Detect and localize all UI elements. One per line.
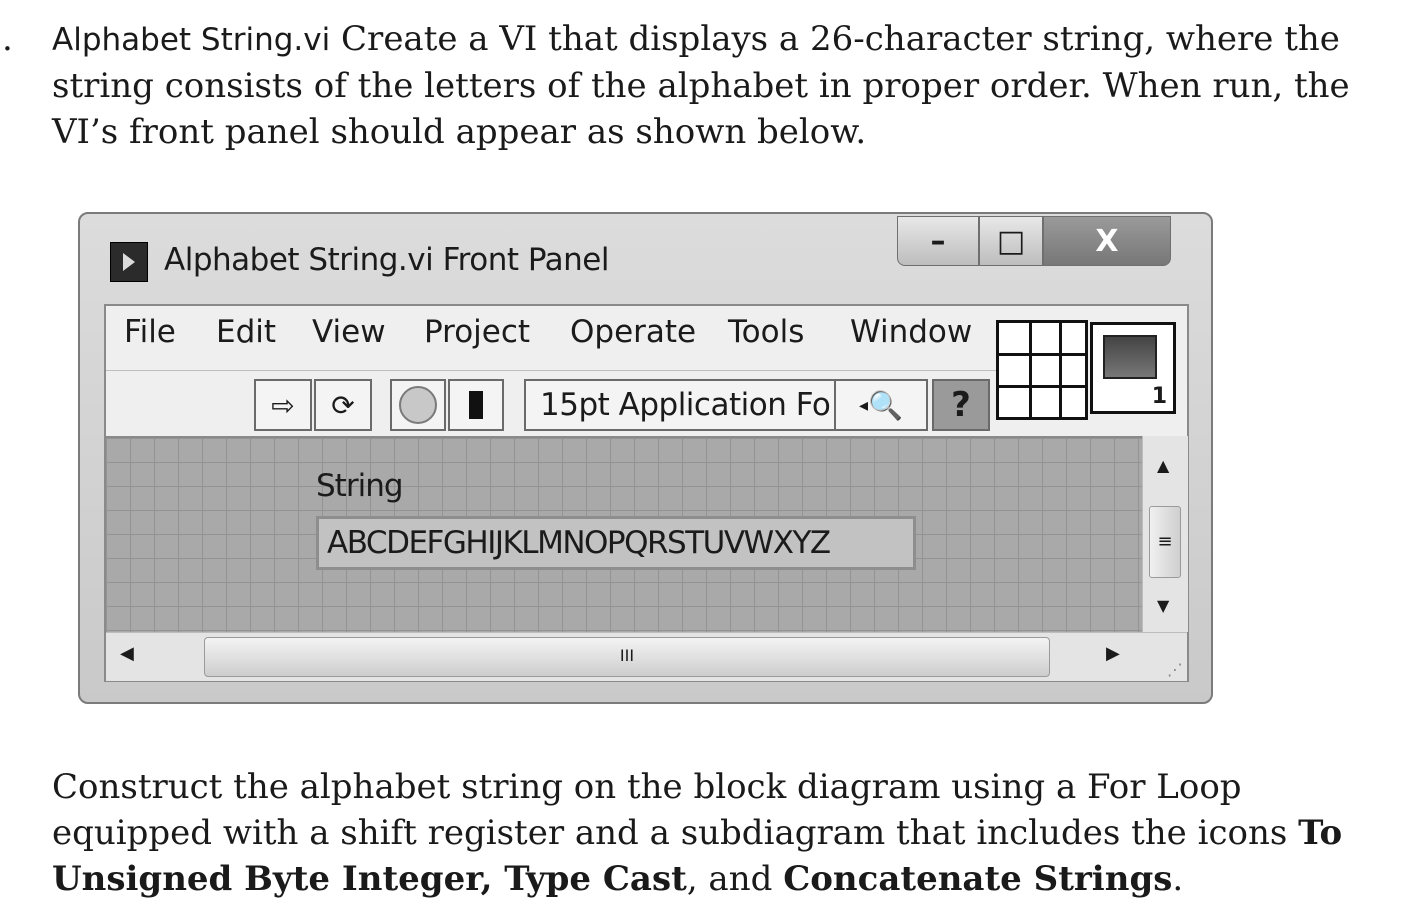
scroll-right-icon[interactable]: ▶ (1106, 643, 1120, 664)
menu-tools[interactable]: Tools (728, 314, 804, 350)
outro-bold-2: Concatenate Strings (783, 859, 1173, 899)
maximize-button[interactable]: □ (979, 216, 1043, 266)
context-help-button[interactable]: ? (932, 379, 990, 431)
horizontal-scrollbar[interactable]: ◀ III ▶ ⋰ (106, 632, 1187, 681)
intro-line-1: Create a VI that displays a 26-character… (341, 19, 1340, 59)
menu-edit[interactable]: Edit (216, 314, 276, 350)
menu-bar: File Edit View Project Operate Tools Win… (106, 306, 996, 368)
font-setting: 15pt Application Fo (540, 387, 831, 423)
window-title: Alphabet String.vi Front Panel (164, 242, 609, 278)
close-button[interactable]: X (1043, 216, 1171, 266)
pause-button[interactable] (448, 379, 504, 431)
outro-end: . (1172, 859, 1184, 899)
run-continuously-button[interactable]: ⟳ (314, 379, 372, 431)
scroll-left-icon[interactable]: ◀ (120, 643, 134, 664)
resize-grip-icon[interactable]: ⋰ (1167, 660, 1183, 679)
outro-line-1: Construct the alphabet string on the blo… (52, 767, 1242, 807)
menu-operate[interactable]: Operate (570, 314, 696, 350)
search-button[interactable]: ◂ 🔍 (836, 379, 928, 431)
vi-icon-number: 1 (1151, 384, 1167, 409)
run-continuously-icon: ⟳ (331, 388, 355, 422)
vi-name: Alphabet String.vi (52, 22, 331, 58)
run-arrow-icon: ⇨ (271, 388, 295, 422)
vi-icon[interactable]: 1 (1090, 322, 1176, 414)
exercise-number: . (2, 19, 13, 59)
labview-app-icon (110, 242, 148, 282)
intro-line-2: string consists of the letters of the al… (52, 66, 1350, 106)
vi-graph-icon (1103, 335, 1157, 379)
outro-mid: , and (686, 859, 773, 899)
horizontal-scroll-thumb[interactable]: III (204, 637, 1050, 677)
menu-view[interactable]: View (312, 314, 386, 350)
outro-line-2-bold: To (1298, 813, 1343, 853)
window-controls: – □ X (897, 216, 1187, 268)
menu-window[interactable]: Window (850, 314, 972, 350)
intro-line-3: VI’s front panel should appear as shown … (52, 112, 867, 152)
outro-line-2: equipped with a shift register and a sub… (52, 813, 1288, 853)
run-button[interactable]: ⇨ (254, 379, 312, 431)
minimize-button[interactable]: – (897, 216, 979, 266)
front-panel-window: Alphabet String.vi Front Panel – □ X Fil… (78, 212, 1213, 704)
string-indicator[interactable]: ABCDEFGHIJKLMNOPQRSTUVWXYZ (316, 516, 916, 570)
menu-project[interactable]: Project (424, 314, 530, 350)
scroll-up-icon[interactable]: ▲ (1157, 456, 1169, 475)
intro-paragraph: Alphabet String.vi Create a VI that disp… (52, 16, 1350, 155)
connector-pane[interactable] (996, 320, 1088, 420)
front-panel-canvas[interactable]: String ABCDEFGHIJKLMNOPQRSTUVWXYZ (106, 436, 1142, 634)
vertical-scrollbar[interactable]: ▲ ≡ ▼ (1142, 436, 1188, 632)
scroll-down-icon[interactable]: ▼ (1157, 596, 1169, 615)
vertical-scroll-thumb[interactable]: ≡ (1149, 506, 1181, 578)
abort-button[interactable] (390, 379, 446, 431)
toolbar: ⇨ ⟳ 15pt Application Fo ◂ 🔍 ? (106, 370, 996, 435)
stop-icon (399, 386, 437, 424)
dropdown-arrow-icon: ◂ (859, 394, 869, 416)
window-content: File Edit View Project Operate Tools Win… (104, 304, 1189, 682)
search-icon: 🔍 (868, 388, 903, 422)
outro-paragraph: Construct the alphabet string on the blo… (52, 764, 1342, 902)
outro-bold-1: Unsigned Byte Integer, Type Cast (52, 859, 687, 899)
menu-file[interactable]: File (124, 314, 176, 350)
string-indicator-label: String (316, 468, 404, 504)
pause-icon (469, 391, 483, 419)
text-settings-dropdown[interactable]: 15pt Application Fo (524, 379, 836, 431)
